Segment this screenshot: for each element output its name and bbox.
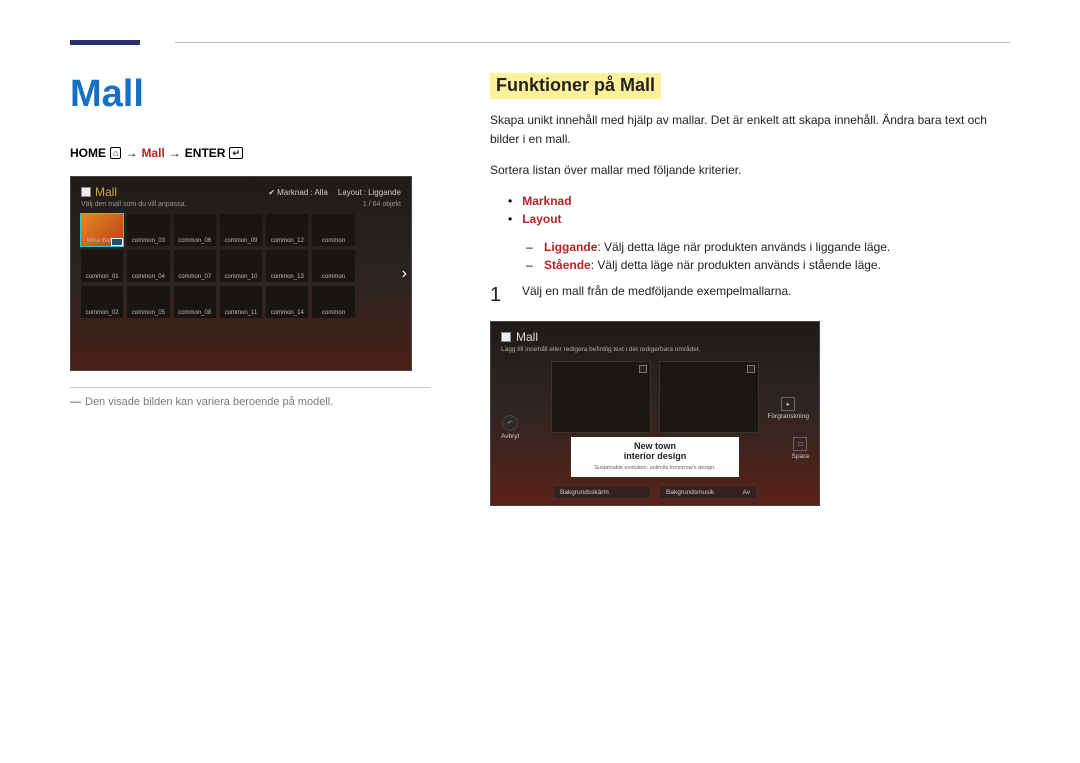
template-tile[interactable]: common_03 xyxy=(127,214,169,246)
filter-layout-label: Layout xyxy=(338,188,362,197)
caption-divider xyxy=(70,387,430,388)
cancel-button[interactable]: ↶ Avbryt xyxy=(501,415,519,440)
screenshot-template-editor: Mall Lägg till innehåll eller redigera b… xyxy=(490,321,820,506)
undo-icon: ↶ xyxy=(502,415,518,431)
template-tile[interactable]: common_07 xyxy=(174,250,216,282)
preview-button[interactable]: ▸ Förgranskning xyxy=(767,397,809,420)
s1-title-text: Mall xyxy=(95,185,117,199)
template-tile-mina-mallar[interactable]: Mina mallar xyxy=(81,214,123,246)
save-button[interactable]: □ Spara xyxy=(792,437,809,460)
content-pane-left[interactable] xyxy=(551,361,651,433)
bg-image-button[interactable]: Bakgrundsskärm xyxy=(553,485,651,499)
breadcrumb: HOME ⌂ → Mall → ENTER ↵ xyxy=(70,146,430,160)
cancel-label: Avbryt xyxy=(501,433,519,440)
intro-paragraph: Skapa unikt innehåll med hjälp av mallar… xyxy=(490,111,1010,149)
template-tile[interactable]: common xyxy=(312,214,354,246)
liggande-text: : Välj detta läge när produkten används … xyxy=(597,240,890,254)
text-line-1: New town xyxy=(575,441,735,451)
bc-enter: ENTER xyxy=(185,146,226,160)
step-number: 1 xyxy=(490,284,508,307)
section-heading: Funktioner på Mall xyxy=(490,73,661,99)
template-tile[interactable]: common_10 xyxy=(220,250,262,282)
s2-title: Mall xyxy=(516,330,538,344)
template-tile[interactable]: common_06 xyxy=(174,214,216,246)
layout-options-list: ‒ Liggande: Välj detta läge när produkte… xyxy=(526,238,1010,274)
save-label: Spara xyxy=(792,453,809,460)
s1-counter: 1 / 64 objekt xyxy=(363,201,401,208)
template-tile[interactable]: common_04 xyxy=(127,250,169,282)
app-icon xyxy=(81,187,91,197)
enter-icon: ↵ xyxy=(229,147,243,159)
template-tile[interactable]: common xyxy=(312,250,354,282)
template-tile[interactable]: common_01 xyxy=(81,250,123,282)
resize-icon[interactable] xyxy=(639,365,647,373)
template-tile[interactable]: common_09 xyxy=(220,214,262,246)
next-page-arrow[interactable]: › xyxy=(402,265,407,283)
text-tagline: Sustainable evolution: unlimits tomorrow… xyxy=(575,465,735,471)
model-caption: ―Den visade bilden kan variera beroende … xyxy=(70,396,430,408)
filter-market-label: Marknad xyxy=(277,188,308,197)
template-tile[interactable]: common_11 xyxy=(220,286,262,318)
step-text: Välj en mall från de medföljande exempel… xyxy=(522,284,791,307)
bg-image-label: Bakgrundsskärm xyxy=(560,489,609,496)
s1-subtitle: Välj den mall som du vill anpassa. xyxy=(81,201,186,208)
bc-mall: Mall xyxy=(141,146,164,160)
staende-text: : Välj detta läge när produkten används … xyxy=(591,258,881,272)
bc-arrow-2: → xyxy=(169,146,181,160)
header-rule xyxy=(70,40,1010,45)
save-icon: □ xyxy=(793,437,807,451)
filter-layout[interactable]: Layout : Liggande xyxy=(338,188,401,197)
bc-home: HOME xyxy=(70,146,106,160)
bg-music-label: Bakgrundsmusik xyxy=(666,489,714,496)
bg-music-button[interactable]: Bakgrundsmusik Av xyxy=(659,485,757,499)
template-tile[interactable]: common_14 xyxy=(266,286,308,318)
filter-market-value: Alla xyxy=(314,188,327,197)
template-tile[interactable]: common_13 xyxy=(266,250,308,282)
template-tile[interactable]: common_12 xyxy=(266,214,308,246)
template-tile[interactable]: common_08 xyxy=(174,286,216,318)
check-icon: ✔ xyxy=(268,188,275,197)
filter-market[interactable]: ✔ Marknad : Alla xyxy=(268,188,327,197)
caption-text: Den visade bilden kan variera beroende p… xyxy=(85,396,333,408)
criteria-market: Marknad xyxy=(522,194,571,208)
s1-title: Mall xyxy=(81,185,117,199)
layout-option-staende: ‒ Stående: Välj detta läge när produkten… xyxy=(526,256,1010,274)
template-tile[interactable]: common_02 xyxy=(81,286,123,318)
bc-arrow-1: → xyxy=(125,146,137,160)
resize-icon[interactable] xyxy=(747,365,755,373)
template-tile[interactable]: common_05 xyxy=(127,286,169,318)
template-grid: Mina mallar common_03 common_06 common_0… xyxy=(71,210,411,324)
staende-label: Stående xyxy=(544,258,591,272)
s2-subtitle: Lägg till innehåll eller redigera befint… xyxy=(491,346,819,359)
filter-layout-value: Liggande xyxy=(368,188,401,197)
app-icon xyxy=(501,332,511,342)
page-title: Mall xyxy=(70,73,430,116)
content-pane-right[interactable] xyxy=(659,361,759,433)
criteria-layout: Layout xyxy=(522,212,561,226)
template-tile[interactable]: common xyxy=(312,286,354,318)
liggande-label: Liggande xyxy=(544,240,597,254)
play-icon: ▸ xyxy=(781,397,795,411)
screenshot-template-grid: Mall ✔ Marknad : Alla Layout : Liggande xyxy=(70,176,412,371)
criteria-list: Marknad Layout xyxy=(508,192,1010,228)
step-1: 1 Välj en mall från de medföljande exemp… xyxy=(490,284,1010,307)
layout-option-liggande: ‒ Liggande: Välj detta läge när produkte… xyxy=(526,238,1010,256)
home-icon: ⌂ xyxy=(110,147,121,159)
preview-label: Förgranskning xyxy=(767,413,809,420)
text-pane[interactable]: New town interior design Sustainable evo… xyxy=(571,437,739,477)
sort-paragraph: Sortera listan över mallar med följande … xyxy=(490,161,1010,180)
text-line-2: interior design xyxy=(575,451,735,461)
bg-music-value: Av xyxy=(743,489,750,496)
